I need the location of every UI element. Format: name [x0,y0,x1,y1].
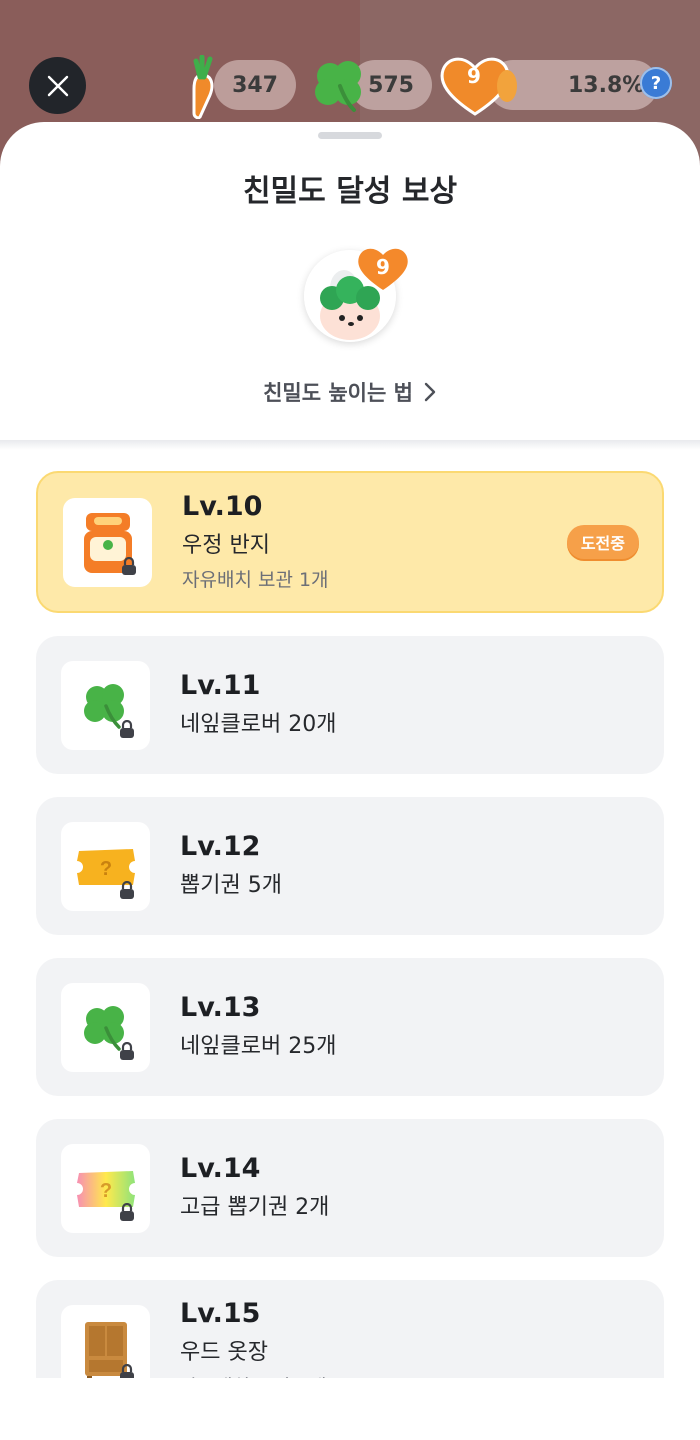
carrot-count: 347 [232,72,278,98]
reward-name: 우정 반지 [182,533,270,558]
sheet-title: 친밀도 달성 보상 [242,174,458,209]
reward-sub: 자유배치 보관 1개 [182,569,329,591]
clover-count: 575 [368,72,414,98]
clover-icon [61,983,150,1072]
reward-list: Lv.10 우정 반지 자유배치 보관 1개 도전중 Lv.11 네잎클로버 2… [36,471,664,1440]
how-to-label: 친밀도 높이는 법 [263,381,413,405]
clover-icon [61,661,150,750]
sheet-handle[interactable] [318,132,382,139]
reward-name: 고급 뽑기권 2개 [180,1195,330,1220]
reward-name: 네잎클로버 20개 [180,712,337,737]
close-button[interactable] [29,57,86,114]
lock-icon [122,557,136,575]
reward-card-lv10[interactable]: Lv.10 우정 반지 자유배치 보관 1개 도전중 [36,471,664,613]
help-label: ? [650,72,662,94]
carrot-icon [192,55,214,119]
lock-icon [120,1203,134,1221]
reward-level: Lv.12 [180,831,261,862]
status-badge: 도전중 [566,525,639,559]
close-icon [47,75,68,96]
lock-icon [120,1042,134,1060]
ring-box-icon [63,498,152,587]
lock-icon [120,720,134,738]
reward-card-lv11[interactable]: Lv.11 네잎클로버 20개 [36,636,664,774]
avatar-level: 9 [376,255,390,279]
ticket-icon: ? [61,822,150,911]
chevron-right-icon [424,382,436,402]
carrot-counter: 347 [214,60,296,110]
heart-level: 9 [467,64,481,88]
reward-level: Lv.13 [180,992,261,1023]
clover-icon [315,61,361,112]
lock-icon [120,881,134,899]
reward-card-lv12[interactable]: ? Lv.12 뽑기권 5개 [36,797,664,935]
reward-level: Lv.14 [180,1153,261,1184]
bottom-safe-area [0,1378,700,1440]
affection-percent: 13.8% [568,72,645,98]
reward-sheet: 친밀도 달성 보상 9 친밀도 높이는 법 Lv.10 우정 반지 자유배치 보… [0,122,700,1440]
reward-level: Lv.15 [180,1298,261,1329]
reward-level: Lv.11 [180,670,261,701]
reward-card-lv13[interactable]: Lv.13 네잎클로버 25개 [36,958,664,1096]
reward-level: Lv.10 [182,491,263,522]
svg-text:?: ? [99,1180,111,1202]
reward-name: 네잎클로버 25개 [180,1034,337,1059]
reward-name: 뽑기권 5개 [180,873,282,898]
help-icon[interactable]: ? [640,67,672,99]
reward-card-lv14[interactable]: ? Lv.14 고급 뽑기권 2개 [36,1119,664,1257]
header-divider [0,440,700,450]
reward-name: 우드 옷장 [180,1340,268,1365]
how-to-link[interactable]: 친밀도 높이는 법 [0,377,700,407]
svg-text:?: ? [99,858,111,880]
premium-ticket-icon: ? [61,1144,150,1233]
